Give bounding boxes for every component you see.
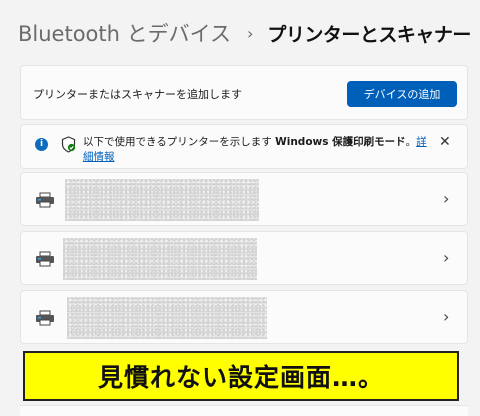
close-icon[interactable]: ✕ bbox=[439, 134, 451, 150]
printer-list-item[interactable]: › bbox=[20, 172, 468, 226]
add-device-label: プリンターまたはスキャナーを追加します bbox=[33, 88, 242, 101]
printer-name-redacted bbox=[63, 238, 257, 280]
info-bar: i 以下で使用できるプリンターを示します Windows 保護印刷モード。詳細情… bbox=[20, 124, 468, 169]
printer-icon bbox=[36, 251, 54, 267]
printer-list-item-partial bbox=[20, 405, 468, 416]
breadcrumb-separator-icon: › bbox=[247, 23, 254, 43]
info-text-prefix: 以下で使用できるプリンターを示します bbox=[83, 136, 276, 148]
shield-icon bbox=[61, 136, 76, 153]
printer-name-redacted bbox=[67, 297, 267, 339]
breadcrumb: Bluetooth とデバイス › プリンターとスキャナー bbox=[18, 18, 472, 48]
printer-icon bbox=[36, 192, 54, 208]
chevron-right-icon[interactable]: › bbox=[443, 248, 449, 267]
info-text-suffix: 。 bbox=[405, 136, 417, 148]
add-device-button[interactable]: デバイスの追加 bbox=[347, 81, 457, 107]
printer-list-item[interactable]: › bbox=[20, 231, 468, 285]
printer-list-item[interactable]: › bbox=[20, 290, 468, 344]
page-title: プリンターとスキャナー bbox=[267, 23, 471, 46]
chevron-right-icon[interactable]: › bbox=[443, 189, 449, 208]
info-message: 以下で使用できるプリンターを示します Windows 保護印刷モード。詳細情報 bbox=[83, 135, 433, 165]
printer-icon bbox=[36, 310, 54, 326]
info-icon: i bbox=[35, 138, 48, 151]
printer-name-redacted bbox=[65, 179, 259, 221]
add-device-card: プリンターまたはスキャナーを追加します デバイスの追加 bbox=[20, 65, 468, 120]
caption-banner: 見慣れない設定画面…。 bbox=[23, 351, 459, 401]
breadcrumb-parent-link[interactable]: Bluetooth とデバイス bbox=[18, 18, 231, 48]
chevron-right-icon[interactable]: › bbox=[443, 307, 449, 326]
protected-print-mode-text: Windows 保護印刷モード bbox=[275, 136, 406, 148]
